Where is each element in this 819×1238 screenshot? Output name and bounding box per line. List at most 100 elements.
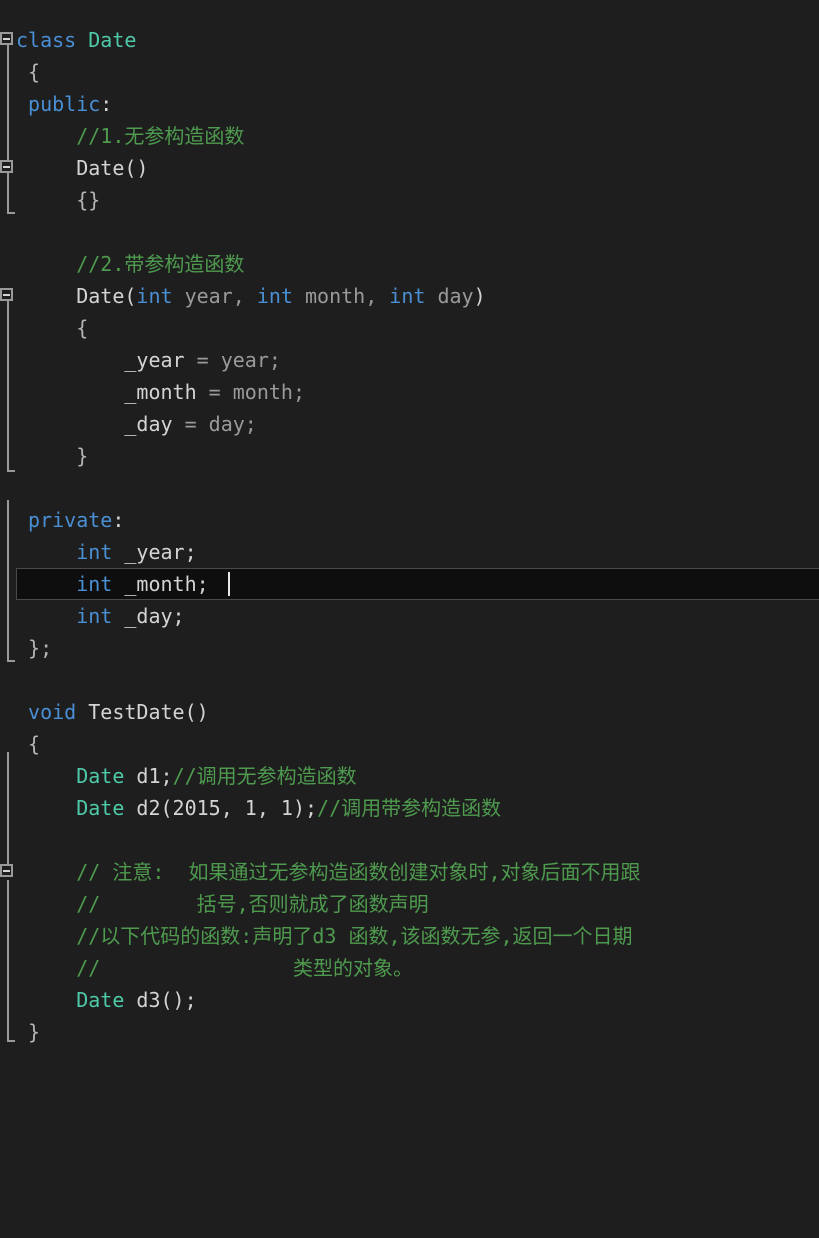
code-token: = [184,412,209,436]
fold-toggle-icon[interactable] [0,864,13,877]
code-token: // 类型的对象。 [16,956,413,980]
code-line-text: int _day; [0,600,184,632]
code-line[interactable]: void TestDate() [0,696,819,728]
code-token: int [389,284,426,308]
fold-toggle-icon[interactable] [0,288,13,301]
code-line-text: //1.无参构造函数 [0,120,244,152]
code-line-text: private: [0,504,124,536]
code-token: {} [16,188,101,212]
fold-region-end-tick [7,212,15,214]
code-line[interactable]: Date() [0,152,819,184]
code-token: int [76,604,113,628]
code-line-text: public: [0,88,112,120]
code-line[interactable]: }; [0,632,819,664]
code-token: d2(2015, 1, 1); [124,796,318,820]
code-token: : [112,508,125,532]
code-editor[interactable]: class Date { public: //1.无参构造函数 Date() {… [0,0,819,1238]
code-line[interactable]: } [0,1016,819,1048]
code-token: _day [16,412,185,436]
fold-gutter[interactable] [0,0,16,1238]
code-token: Date() [16,156,149,180]
code-line[interactable]: { [0,56,819,88]
text-caret [227,572,230,596]
code-line[interactable]: private: [0,504,819,536]
code-token: void [28,700,77,724]
code-token: : [100,92,113,116]
code-line[interactable] [0,472,819,504]
code-token: TestDate() [76,700,209,724]
code-token: int [136,284,173,308]
fold-guide-line [7,300,9,470]
code-line[interactable]: _day = day; [0,408,819,440]
code-line[interactable]: int _month; [0,568,819,600]
fold-guide-line [7,880,9,1040]
code-token: //调用带参构造函数 [317,796,502,820]
code-line-text: Date d1;//调用无参构造函数 [0,760,357,792]
fold-toggle-icon[interactable] [0,160,13,173]
code-line[interactable]: { [0,728,819,760]
code-token: { [16,60,41,84]
code-line[interactable]: // 类型的对象。 [0,952,819,984]
code-line[interactable]: {} [0,184,819,216]
code-line[interactable] [0,824,819,856]
code-token: int [76,572,113,596]
code-token: _month; [112,572,209,596]
code-line[interactable]: // 注意: 如果通过无参构造函数创建对象时,对象后面不用跟 [0,856,819,888]
code-line[interactable]: Date(int year, int month, int day) [0,280,819,312]
code-token: } [16,1020,41,1044]
fold-guide-line [7,200,9,212]
code-content[interactable]: class Date { public: //1.无参构造函数 Date() {… [0,0,819,1238]
code-line[interactable]: int _day; [0,600,819,632]
code-token: day; [208,412,257,436]
code-token: day [425,284,474,308]
code-line[interactable]: //以下代码的函数:声明了d3 函数,该函数无参,返回一个日期 [0,920,819,952]
code-token: Date [76,796,125,820]
code-line-text: _day = day; [0,408,257,440]
code-line[interactable]: _month = month; [0,376,819,408]
code-token: //2.带参构造函数 [16,252,245,276]
code-line[interactable]: Date d1;//调用无参构造函数 [0,760,819,792]
code-line-text: int _month; [0,568,209,600]
code-token: //调用无参构造函数 [172,764,357,788]
code-token: _year; [112,540,197,564]
code-line[interactable]: } [0,440,819,472]
code-token: } [16,444,89,468]
code-token: month, [292,284,390,308]
code-token: Date( [16,284,137,308]
code-token: Date [88,28,137,52]
code-token: //1.无参构造函数 [16,124,245,148]
code-line[interactable]: Date d3(); [0,984,819,1016]
code-line-text: // 类型的对象。 [0,952,413,984]
code-line[interactable]: class Date [0,24,819,56]
code-line-text: //2.带参构造函数 [0,248,244,280]
code-token: }; [16,636,53,660]
code-line-text: void TestDate() [0,696,209,728]
code-line[interactable]: { [0,312,819,344]
fold-region-end-tick [7,470,15,472]
code-line[interactable] [0,216,819,248]
code-line[interactable]: _year = year; [0,344,819,376]
code-token: public [28,92,101,116]
code-line[interactable]: public: [0,88,819,120]
code-line-text: _year = year; [0,344,281,376]
code-line[interactable]: //2.带参构造函数 [0,248,819,280]
code-token: _month [16,380,209,404]
code-line[interactable] [0,664,819,696]
code-line-text: _month = month; [0,376,305,408]
code-token: year; [220,348,281,372]
fold-toggle-icon[interactable] [0,32,13,45]
code-token: int [76,540,113,564]
fold-guide-line [7,752,9,872]
code-token: Date [76,988,125,1012]
code-line[interactable]: // 括号,否则就成了函数声明 [0,888,819,920]
code-token: // 括号,否则就成了函数声明 [16,892,429,916]
code-line[interactable]: //1.无参构造函数 [0,120,819,152]
code-line[interactable]: Date d2(2015, 1, 1);//调用带参构造函数 [0,792,819,824]
code-line[interactable]: int _year; [0,536,819,568]
code-token: month; [232,380,305,404]
